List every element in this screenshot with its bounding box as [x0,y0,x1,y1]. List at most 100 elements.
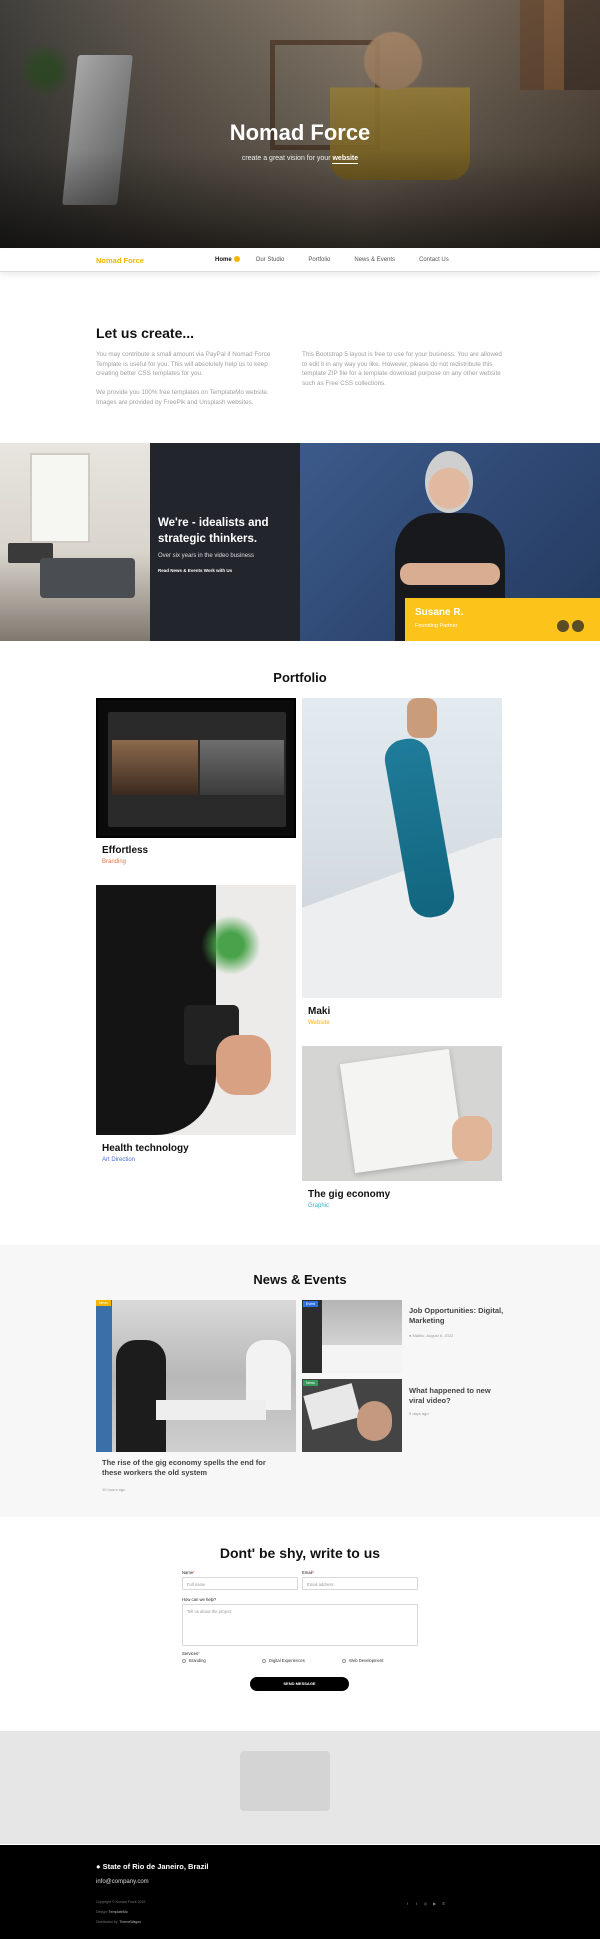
services-label-text: Services [182,1651,199,1656]
nav-brand[interactable]: Nomad Force [96,256,144,265]
writing-hand [452,1116,492,1161]
footer: ● State of Rio de Janeiro, Brazil info@c… [0,1845,600,1939]
news-badge: News [303,1380,318,1386]
footer-address: ● State of Rio de Janeiro, Brazil [96,1862,208,1871]
youtube-icon[interactable]: ▶ [431,1900,438,1907]
name-label-text: Name [182,1570,194,1575]
twitter-icon[interactable]: t [413,1900,420,1907]
portrait-arms [400,563,500,585]
hand-on-mouse [357,1401,392,1441]
email-label: Email* [302,1570,315,1575]
contact-title: Dont' be shy, write to us [219,1545,381,1561]
about-left-p1: You may contribute a small amount via Pa… [96,351,271,377]
nav-active-dot-icon [234,256,240,262]
runner-torso [407,698,437,738]
founder-card: Susane R. Founding Partner [405,598,600,641]
nav-links: Home Our Studio Portfolio News & Events … [215,257,473,263]
portfolio-card-maki[interactable]: Maki Website [302,698,502,1032]
portfolio-item-title: The gig economy [308,1189,391,1200]
portfolio-item-title: Health technology [102,1143,189,1154]
portfolio-item-category: Art Direction [102,1157,136,1163]
news-side-title-1[interactable]: Job Opportunities: Digital, Marketing [409,1306,504,1326]
footer-address-text: State of Rio de Janeiro, Brazil [102,1862,209,1871]
notebook-page [339,1048,465,1174]
send-message-button[interactable]: SEND MESSAGE [250,1677,349,1691]
plant-leaves [196,910,266,980]
service-option-label: Web Development [349,1658,384,1663]
portrait-head [425,451,473,513]
woman-figure [116,1340,166,1452]
hero-subtitle-text: create a great vision for your [241,155,331,162]
service-option-digital-experiences[interactable]: Digital Experiences [262,1658,305,1663]
email-field[interactable]: Email address [302,1577,418,1590]
plant-hands-image [96,885,296,1135]
portfolio-item-category: Website [308,1020,330,1026]
founder-name: Susane R. [415,607,464,618]
hand [216,1035,271,1095]
name-field[interactable]: Full name [182,1577,298,1590]
news-main-image[interactable] [96,1300,296,1452]
banner-link[interactable]: Read News & Events Work with Us [158,568,232,573]
services-label: Services* [182,1651,200,1656]
service-option-web-development[interactable]: Web Development [342,1658,383,1663]
email-label-text: Email [302,1570,313,1575]
footer-design-link[interactable]: TemplateMo [109,1910,128,1914]
news-meta-text: Malibu, August 6, 2022 [412,1333,454,1338]
banner-text-panel: We're - idealists and strategic thinkers… [150,443,300,641]
banner-subtext: Over six years in the video business [158,553,255,559]
portfolio-item-category: Branding [102,859,127,865]
video-participant-1 [112,740,198,795]
footer-distributed-link[interactable]: ThemeWagon [119,1920,141,1924]
news-badge: Event [303,1301,318,1307]
footer-social-links: f t ◎ ▶ ✆ [404,1900,449,1907]
portfolio-title: Portfolio [273,670,327,685]
hero-section: Nomad Force create a great vision for yo… [0,0,600,248]
office-room-image [0,443,150,641]
kitchen-counter [322,1345,402,1373]
facebook-icon[interactable]: f [404,1900,411,1907]
news-side-image-1[interactable] [302,1300,402,1373]
hero-subtitle-link[interactable]: website [332,155,359,164]
nav-link-portfolio[interactable]: Portfolio [308,257,330,263]
instagram-icon[interactable]: ◎ [422,1900,429,1907]
footer-design: Design: TemplateMo [96,1910,128,1914]
message-label: How can we help? [182,1597,217,1602]
room-window [30,453,90,543]
portfolio-card-effortless[interactable]: Effortless Branding [96,698,296,873]
footer-email[interactable]: info@company.com [96,1879,149,1885]
map-placeholder [240,1751,330,1811]
footer-copyright: Copyright © Nomad Force 2022 [96,1900,146,1904]
news-badge: News [96,1300,111,1306]
radio-icon [182,1658,186,1663]
message-textarea[interactable]: Tell us about the project [182,1604,418,1646]
navbar: Nomad Force Home Our Studio Portfolio Ne… [0,249,600,272]
door-frame [96,1300,112,1452]
news-main-meta: 10 hours ago [102,1487,126,1492]
about-title: Let us create... [96,325,195,341]
next-arrow-icon[interactable] [572,620,584,632]
nav-link-our-studio[interactable]: Our Studio [256,257,285,263]
nav-link-news-events[interactable]: News & Events [354,257,395,263]
news-side-title-2[interactable]: What happened to new viral video? [409,1386,504,1406]
portfolio-card-gig-economy[interactable]: The gig economy Graphic [302,1046,502,1216]
banner-heading: We're - idealists and strategic thinkers… [158,517,269,545]
news-side-image-2[interactable] [302,1379,402,1452]
portfolio-item-title: Effortless [102,845,149,856]
footer-distributed: Distributed by: ThemeWagon [96,1920,141,1924]
footer-distributed-label: Distributed by: [96,1920,119,1924]
news-main-title[interactable]: The rise of the gig economy spells the e… [102,1458,287,1478]
whatsapp-icon[interactable]: ✆ [440,1900,447,1907]
radio-icon [342,1658,346,1663]
radio-icon [262,1658,266,1663]
service-option-branding[interactable]: Branding [182,1658,206,1663]
map-embed[interactable] [0,1731,600,1844]
name-label: Name* [182,1570,195,1575]
prev-arrow-icon[interactable] [557,620,569,632]
portfolio-card-health-technology[interactable]: Health technology Art Direction [96,885,296,1170]
news-side-meta-2: 5 days ago [409,1411,429,1416]
hero-title: Nomad Force [229,120,371,145]
nav-link-home[interactable]: Home [215,257,232,263]
hero-subtitle: create a great vision for your website [0,155,600,164]
nav-link-contact-us[interactable]: Contact Us [419,257,449,263]
portfolio-item-title: Maki [308,1006,331,1017]
